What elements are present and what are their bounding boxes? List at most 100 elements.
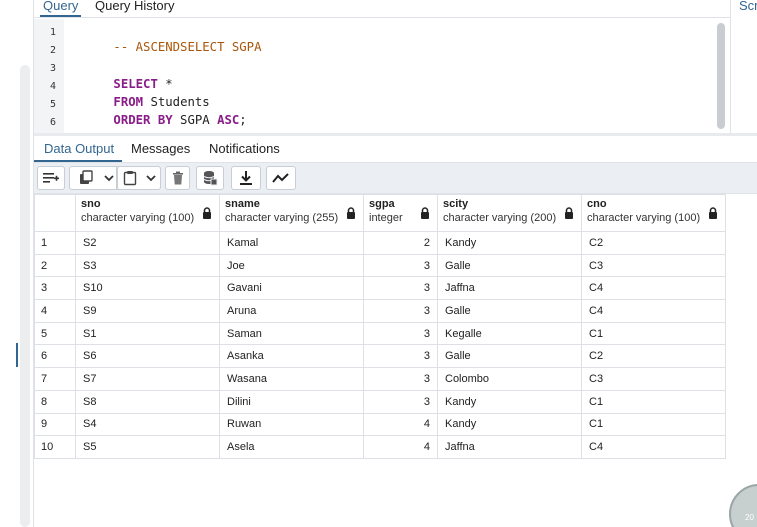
table-row[interactable]: 8 S8 Dilini 3 Kandy C1 (34, 389, 726, 414)
table-cell-sname[interactable]: Dilini (219, 389, 364, 414)
table-cell-sname[interactable]: Gavani (219, 276, 364, 301)
column-header-sgpa[interactable]: sgpa integer (363, 194, 438, 232)
table-cell-sname[interactable]: Aruna (219, 299, 364, 323)
table-row[interactable]: 1 S2 Kamal 2 Kandy C2 (34, 231, 726, 255)
table-cell-cno[interactable]: C2 (581, 231, 726, 255)
table-cell-scity[interactable]: Jaffna (437, 435, 582, 459)
table-cell-sno[interactable]: S10 (75, 276, 220, 301)
table-cell-sname[interactable]: Asanka (219, 344, 364, 369)
table-cell-sno[interactable]: S7 (75, 367, 220, 391)
data-grid: sno character varying (100) sname charac… (34, 194, 757, 527)
row-number[interactable]: 5 (34, 321, 76, 346)
table-cell-sno[interactable]: S6 (75, 344, 220, 369)
table-cell-sname[interactable]: Wasana (219, 367, 364, 391)
chevron-down-icon[interactable] (103, 174, 114, 182)
row-number[interactable]: 4 (34, 299, 76, 323)
row-number[interactable]: 7 (34, 367, 76, 391)
table-cell-sname[interactable]: Joe (219, 253, 364, 278)
table-cell-scity[interactable]: Kandy (437, 412, 582, 437)
table-cell-sno[interactable]: S1 (75, 321, 220, 346)
table-row[interactable]: 7 S7 Wasana 3 Colombo C3 (34, 367, 726, 391)
table-cell-sname[interactable]: Kamal (219, 231, 364, 255)
column-header-cno[interactable]: cno character varying (100) (581, 194, 726, 232)
row-number[interactable]: 1 (34, 231, 76, 255)
tab-notifications[interactable]: Notifications (209, 141, 280, 156)
download-button[interactable] (231, 166, 261, 190)
table-cell-sname[interactable]: Saman (219, 321, 364, 346)
table-row[interactable]: 2 S3 Joe 3 Galle C3 (34, 253, 726, 278)
results-table: sno character varying (100) sname charac… (34, 194, 726, 459)
editor-scrollbar[interactable] (717, 23, 725, 129)
table-row[interactable]: 4 S9 Aruna 3 Galle C4 (34, 299, 726, 323)
sql-editor[interactable]: 1 2 3 4 5 6 -- ASCENDSELECT SGPA SELECT … (34, 19, 730, 133)
column-header-scity[interactable]: scity character varying (200) (437, 194, 582, 232)
table-cell-sgpa[interactable]: 3 (363, 253, 438, 278)
table-cell-cno[interactable]: C1 (581, 389, 726, 414)
table-cell-scity[interactable]: Galle (437, 344, 582, 369)
row-number[interactable]: 9 (34, 412, 76, 437)
column-header-sno[interactable]: sno character varying (100) (75, 194, 220, 232)
row-number[interactable]: 2 (34, 253, 76, 278)
table-cell-sgpa[interactable]: 4 (363, 412, 438, 437)
left-panel (0, 0, 34, 527)
tab-messages[interactable]: Messages (131, 141, 190, 156)
table-cell-sgpa[interactable]: 3 (363, 367, 438, 391)
tab-data-output[interactable]: Data Output (44, 141, 114, 156)
table-row[interactable]: 5 S1 Saman 3 Kegalle C1 (34, 321, 726, 346)
table-cell-sgpa[interactable]: 3 (363, 344, 438, 369)
table-row[interactable]: 9 S4 Ruwan 4 Kandy C1 (34, 412, 726, 437)
table-cell-scity[interactable]: Galle (437, 299, 582, 323)
row-number[interactable]: 3 (34, 276, 76, 301)
tab-scratch-pad[interactable]: Scr (730, 0, 757, 18)
table-cell-sgpa[interactable]: 3 (363, 299, 438, 323)
table-cell-sno[interactable]: S9 (75, 299, 220, 323)
copy-button-group[interactable] (69, 166, 122, 190)
table-cell-cno[interactable]: C4 (581, 276, 726, 301)
tab-query[interactable]: Query (39, 0, 82, 17)
chevron-down-icon[interactable] (146, 174, 156, 182)
table-cell-cno[interactable]: C2 (581, 344, 726, 369)
table-cell-sgpa[interactable]: 2 (363, 231, 438, 255)
save-data-button[interactable] (196, 166, 224, 190)
table-cell-scity[interactable]: Kegalle (437, 321, 582, 346)
scratch-pad-panel[interactable] (730, 18, 757, 133)
table-cell-scity[interactable]: Galle (437, 253, 582, 278)
table-cell-cno[interactable]: C4 (581, 435, 726, 459)
tab-query-history[interactable]: Query History (95, 0, 174, 16)
table-cell-sname[interactable]: Asela (219, 435, 364, 459)
table-cell-scity[interactable]: Colombo (437, 367, 582, 391)
table-cell-sno[interactable]: S8 (75, 389, 220, 414)
row-number[interactable]: 6 (34, 344, 76, 369)
add-row-button[interactable] (37, 166, 65, 190)
table-cell-sgpa[interactable]: 3 (363, 321, 438, 346)
graph-visualiser-button[interactable] (266, 166, 296, 190)
row-number[interactable]: 10 (34, 435, 76, 459)
table-row[interactable]: 3 S10 Gavani 3 Jaffna C4 (34, 276, 726, 301)
row-number[interactable]: 8 (34, 389, 76, 414)
table-cell-cno[interactable]: C4 (581, 299, 726, 323)
table-cell-scity[interactable]: Jaffna (437, 276, 582, 301)
table-row[interactable]: 10 S5 Asela 4 Jaffna C4 (34, 435, 726, 459)
table-cell-sno[interactable]: S4 (75, 412, 220, 437)
table-cell-cno[interactable]: C1 (581, 412, 726, 437)
code-line[interactable]: -- ASCENDSELECT SGPA (69, 26, 261, 68)
table-cell-scity[interactable]: Kandy (437, 231, 582, 255)
table-cell-sno[interactable]: S3 (75, 253, 220, 278)
column-header-sname[interactable]: sname character varying (255) (219, 194, 364, 232)
table-cell-sgpa[interactable]: 3 (363, 276, 438, 301)
table-row[interactable]: 6 S6 Asanka 3 Galle C2 (34, 344, 726, 369)
line-number: 3 (49, 63, 56, 74)
table-cell-sgpa[interactable]: 4 (363, 435, 438, 459)
left-scrollbar[interactable] (20, 65, 30, 527)
table-cell-sno[interactable]: S5 (75, 435, 220, 459)
table-cell-sname[interactable]: Ruwan (219, 412, 364, 437)
table-cell-sgpa[interactable]: 3 (363, 389, 438, 414)
paste-button-group[interactable] (117, 166, 161, 190)
table-cell-scity[interactable]: Kandy (437, 389, 582, 414)
table-cell-sno[interactable]: S2 (75, 231, 220, 255)
table-cell-cno[interactable]: C1 (581, 321, 726, 346)
table-cell-cno[interactable]: C3 (581, 253, 726, 278)
table-cell-cno[interactable]: C3 (581, 367, 726, 391)
grid-corner[interactable] (34, 194, 76, 232)
delete-row-button[interactable] (165, 166, 190, 190)
